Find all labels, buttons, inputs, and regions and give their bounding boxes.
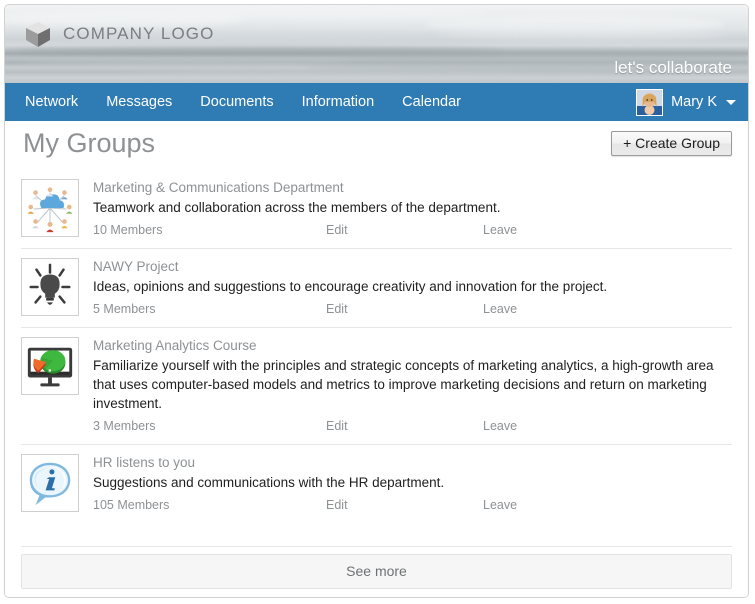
group-leave-link[interactable]: Leave [483,498,517,512]
nav-item-documents[interactable]: Documents [186,83,287,121]
group-edit-link[interactable]: Edit [326,302,348,316]
avatar [636,88,664,116]
group-edit-link[interactable]: Edit [326,223,348,237]
group-info: Marketing Analytics Course Familiarize y… [93,337,732,436]
group-row: Marketing & Communications Department Te… [21,170,732,248]
group-leave-link[interactable]: Leave [483,419,517,433]
info-speech-bubble-icon [24,457,76,509]
nav-item-messages[interactable]: Messages [92,83,186,121]
user-photo-avatar [637,89,663,115]
group-thumbnail[interactable] [21,179,79,237]
group-thumbnail[interactable] [21,258,79,316]
group-name[interactable]: HR listens to you [93,455,732,470]
group-description: Teamwork and collaboration across the me… [93,200,501,215]
group-meta: 105 Members Edit Leave [93,498,732,515]
group-thumbnail[interactable] [21,337,79,395]
group-info: Marketing & Communications Department Te… [93,179,732,240]
group-name[interactable]: Marketing Analytics Course [93,338,732,353]
network-people-cloud-icon [24,182,76,234]
group-leave-link[interactable]: Leave [483,223,517,237]
chevron-down-icon[interactable] [726,99,736,105]
group-member-count: 10 Members [93,223,163,237]
group-member-count: 5 Members [93,302,156,316]
page-title: My Groups [23,128,156,158]
group-member-count: 3 Members [93,419,156,433]
group-thumbnail[interactable] [21,454,79,512]
header-banner: COMPANY LOGO let's collaborate [5,5,748,83]
groups-list: Marketing & Communications Department Te… [5,170,748,523]
main-navbar: Network Messages Documents Information C… [5,83,748,122]
lightbulb-idea-icon [24,261,76,313]
page-header: My Groups + Create Group [5,122,748,170]
group-edit-link[interactable]: Edit [326,419,348,433]
page-content: My Groups + Create Group Marketing & Com… [5,122,748,597]
nav-item-network[interactable]: Network [11,83,92,121]
nav-item-information[interactable]: Information [288,83,389,121]
app-window: COMPANY LOGO let's collaborate Network M… [4,4,749,598]
group-meta: 5 Members Edit Leave [93,302,732,319]
group-meta: 3 Members Edit Leave [93,419,732,436]
user-menu[interactable]: Mary K [636,83,736,121]
brand-logo[interactable]: COMPANY LOGO [23,19,214,49]
footer-divider [21,546,732,547]
group-description: Ideas, opinions and suggestions to encou… [93,279,608,294]
create-group-button[interactable]: + Create Group [611,131,732,156]
group-row: Marketing Analytics Course Familiarize y… [21,327,732,444]
group-row: HR listens to you Suggestions and commun… [21,444,732,523]
see-more-button[interactable]: See more [21,554,732,589]
see-more-container: See more [21,554,732,589]
group-description: Suggestions and communications with the … [93,475,445,490]
tagline: let's collaborate [614,58,732,77]
group-name[interactable]: Marketing & Communications Department [93,180,732,195]
group-row: NAWY Project Ideas, opinions and suggest… [21,248,732,327]
group-name[interactable]: NAWY Project [93,259,732,274]
group-info: NAWY Project Ideas, opinions and suggest… [93,258,732,319]
company-logo-text: COMPANY LOGO [63,24,215,43]
cube-icon [26,22,50,47]
monitor-pie-chart-icon [24,340,76,392]
nav-items: Network Messages Documents Information C… [5,83,475,121]
group-edit-link[interactable]: Edit [326,498,348,512]
group-member-count: 105 Members [93,498,170,512]
user-name: Mary K [671,94,717,110]
group-meta: 10 Members Edit Leave [93,223,732,240]
group-description: Familiarize yourself with the principles… [93,358,714,411]
group-info: HR listens to you Suggestions and commun… [93,454,732,515]
group-leave-link[interactable]: Leave [483,302,517,316]
nav-item-calendar[interactable]: Calendar [388,83,475,121]
